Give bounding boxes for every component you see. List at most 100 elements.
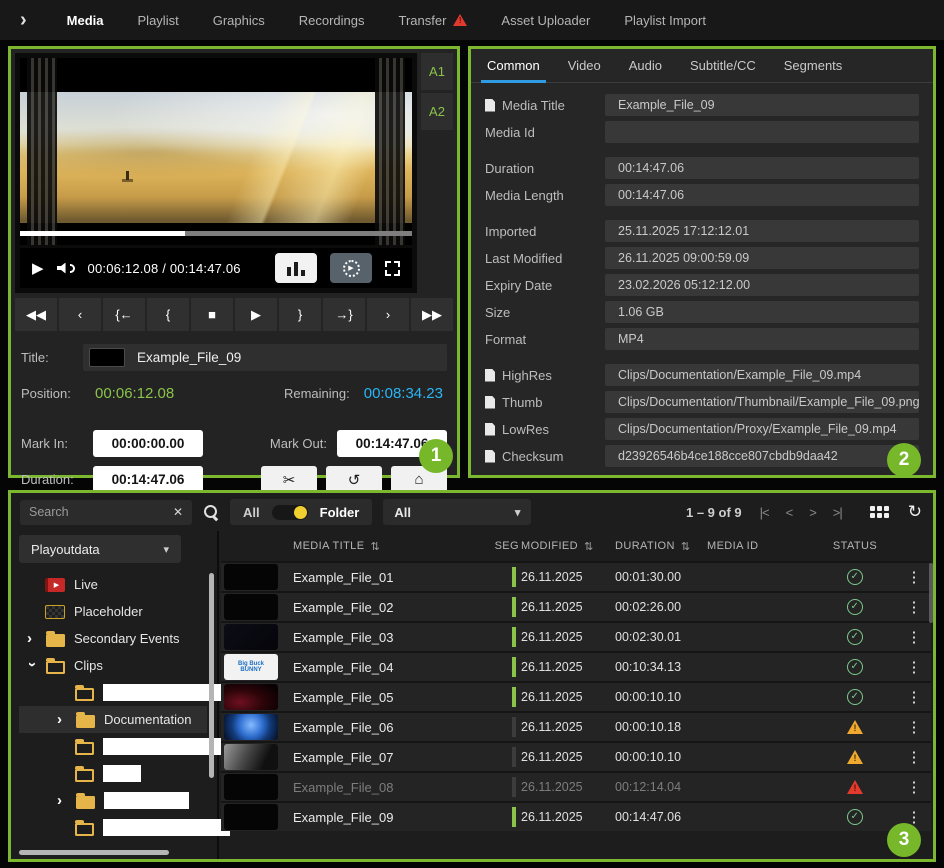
expiry-date-field[interactable]: 23.02.2026 05:12:12.00 bbox=[605, 274, 919, 296]
row-menu-button[interactable]: ⋮ bbox=[897, 658, 931, 676]
position-label: Position: bbox=[21, 386, 83, 401]
table-row[interactable]: Example_File_06 26.11.2025 00:00:10.18 ⋮ bbox=[221, 711, 931, 741]
tree-item-live[interactable]: ▶Live bbox=[19, 571, 207, 598]
scope-toggle-switch[interactable] bbox=[272, 505, 308, 520]
row-menu-button[interactable]: ⋮ bbox=[897, 718, 931, 736]
table-row[interactable]: Example_File_02 26.11.2025 00:02:26.00 ⋮ bbox=[221, 591, 931, 621]
tree-item-redacted[interactable] bbox=[19, 733, 207, 760]
tab-media[interactable]: Media bbox=[67, 13, 104, 28]
tree-horizontal-scrollbar[interactable] bbox=[19, 850, 169, 855]
play-icon[interactable]: ▶ bbox=[32, 259, 44, 277]
clear-search-icon[interactable]: ✕ bbox=[173, 505, 183, 519]
tab-transfer[interactable]: Transfer bbox=[399, 13, 468, 28]
tree-item-redacted[interactable] bbox=[19, 679, 207, 706]
document-icon bbox=[485, 396, 495, 409]
audio-channel-1-button[interactable]: A1 bbox=[421, 53, 453, 90]
last-page-button[interactable]: >| bbox=[830, 505, 845, 520]
row-menu-button[interactable]: ⋮ bbox=[897, 778, 931, 796]
chevron-right-icon[interactable]: › bbox=[27, 634, 37, 644]
mark-in-field[interactable]: 00:00:00.00 bbox=[93, 430, 203, 457]
tab-video[interactable]: Video bbox=[568, 49, 601, 82]
tree-item-placeholder[interactable]: Placeholder bbox=[19, 598, 207, 625]
trim-button[interactable]: ✂ bbox=[261, 466, 317, 493]
tab-subtitle-cc[interactable]: Subtitle/CC bbox=[690, 49, 756, 82]
tree-item-redacted[interactable] bbox=[19, 760, 207, 787]
tab-recordings[interactable]: Recordings bbox=[299, 13, 365, 28]
search-icon[interactable] bbox=[203, 504, 219, 520]
table-row[interactable]: Example_File_09 26.11.2025 00:14:47.06 ⋮ bbox=[221, 801, 931, 831]
column-duration[interactable]: DURATION bbox=[615, 540, 675, 552]
column-seg: SEG bbox=[495, 540, 519, 552]
row-menu-button[interactable]: ⋮ bbox=[897, 598, 931, 616]
chevron-right-icon[interactable]: › bbox=[57, 715, 67, 725]
fullscreen-icon[interactable] bbox=[385, 261, 400, 276]
refresh-icon[interactable]: ↻ bbox=[908, 502, 922, 522]
media-thumbnail bbox=[224, 804, 278, 830]
table-row[interactable]: Example_File_04 26.11.2025 00:10:34.13 ⋮ bbox=[221, 651, 931, 681]
fast-forward-button[interactable]: ▶▶ bbox=[411, 298, 453, 331]
tree-item-redacted[interactable]: › bbox=[19, 787, 207, 814]
stop-button[interactable]: ■ bbox=[191, 298, 233, 331]
tree-item-documentation[interactable]: ›Documentation bbox=[19, 706, 207, 733]
row-menu-button[interactable]: ⋮ bbox=[897, 688, 931, 706]
grid-view-icon[interactable] bbox=[870, 506, 889, 518]
search-box[interactable]: ✕ bbox=[20, 500, 192, 525]
rewind-button[interactable]: ◀◀ bbox=[15, 298, 57, 331]
title-field[interactable]: Example_File_09 bbox=[83, 344, 447, 371]
table-row[interactable]: Example_File_08 26.11.2025 00:12:14.04 ⋮ bbox=[221, 771, 931, 801]
row-menu-button[interactable]: ⋮ bbox=[897, 748, 931, 766]
table-row[interactable]: Example_File_05 26.11.2025 00:00:10.10 ⋮ bbox=[221, 681, 931, 711]
media-title-field[interactable]: Example_File_09 bbox=[605, 94, 919, 116]
search-input[interactable] bbox=[29, 505, 167, 519]
first-page-button[interactable]: |< bbox=[757, 505, 772, 520]
goto-mark-in-button[interactable]: {← bbox=[103, 298, 145, 331]
tree-item-secondary-events[interactable]: ›Secondary Events bbox=[19, 625, 207, 652]
volume-icon[interactable] bbox=[57, 263, 75, 274]
tab-audio[interactable]: Audio bbox=[629, 49, 662, 82]
source-dropdown[interactable]: Playoutdata ▾ bbox=[19, 535, 181, 563]
audio-levels-button[interactable] bbox=[275, 253, 317, 283]
goto-mark-out-button[interactable]: →} bbox=[323, 298, 365, 331]
reset-button[interactable]: ↺ bbox=[326, 466, 382, 493]
column-modified[interactable]: MODIFIED bbox=[521, 540, 578, 552]
audio-channel-2-button[interactable]: A2 bbox=[421, 93, 453, 130]
table-row[interactable]: Example_File_03 26.11.2025 00:02:30.01 ⋮ bbox=[221, 621, 931, 651]
column-media-title[interactable]: MEDIA TITLE bbox=[293, 540, 364, 552]
loop-playback-button[interactable]: ▶ bbox=[330, 253, 372, 283]
chevron-down-icon[interactable]: › bbox=[27, 662, 37, 672]
step-badge-1: 1 bbox=[419, 439, 453, 473]
play-button[interactable]: ▶ bbox=[235, 298, 277, 331]
type-filter-dropdown[interactable]: All ▾ bbox=[383, 499, 531, 525]
nav-expand-icon[interactable]: › bbox=[20, 9, 27, 32]
table-row[interactable]: Example_File_07 26.11.2025 00:00:10.10 ⋮ bbox=[221, 741, 931, 771]
tree-item-clips[interactable]: ›Clips bbox=[19, 652, 207, 679]
document-icon bbox=[485, 450, 495, 463]
tab-common[interactable]: Common bbox=[487, 49, 540, 82]
table-scrollbar[interactable] bbox=[929, 563, 933, 623]
step-forward-button[interactable]: › bbox=[367, 298, 409, 331]
tree-item-redacted[interactable] bbox=[19, 814, 207, 841]
tab-playlist[interactable]: Playlist bbox=[138, 13, 179, 28]
tab-playlist-import[interactable]: Playlist Import bbox=[624, 13, 706, 28]
step-back-button[interactable]: ‹ bbox=[59, 298, 101, 331]
video-player[interactable]: ▶ 00:06:12.08 / 00:14:47.06 ▶ bbox=[15, 53, 417, 293]
next-page-button[interactable]: > bbox=[806, 505, 819, 520]
set-mark-in-button[interactable]: { bbox=[147, 298, 189, 331]
sort-icon[interactable]: ⇅ bbox=[681, 540, 691, 553]
duration-field[interactable]: 00:14:47.06 bbox=[93, 466, 203, 493]
tree-vertical-scrollbar[interactable] bbox=[209, 573, 214, 778]
seek-bar[interactable] bbox=[20, 231, 412, 236]
sort-icon[interactable]: ⇅ bbox=[584, 540, 594, 553]
toggle-knob bbox=[294, 506, 307, 519]
prev-page-button[interactable]: < bbox=[783, 505, 796, 520]
tab-asset-uploader[interactable]: Asset Uploader bbox=[501, 13, 590, 28]
row-menu-button[interactable]: ⋮ bbox=[897, 628, 931, 646]
set-mark-out-button[interactable]: } bbox=[279, 298, 321, 331]
table-row[interactable]: Example_File_01 26.11.2025 00:01:30.00 ⋮ bbox=[221, 561, 931, 591]
chevron-right-icon[interactable]: › bbox=[57, 796, 67, 806]
sort-icon[interactable]: ⇅ bbox=[370, 540, 380, 553]
tab-segments[interactable]: Segments bbox=[784, 49, 843, 82]
tab-graphics[interactable]: Graphics bbox=[213, 13, 265, 28]
media-id-field[interactable] bbox=[605, 121, 919, 143]
row-menu-button[interactable]: ⋮ bbox=[897, 568, 931, 586]
